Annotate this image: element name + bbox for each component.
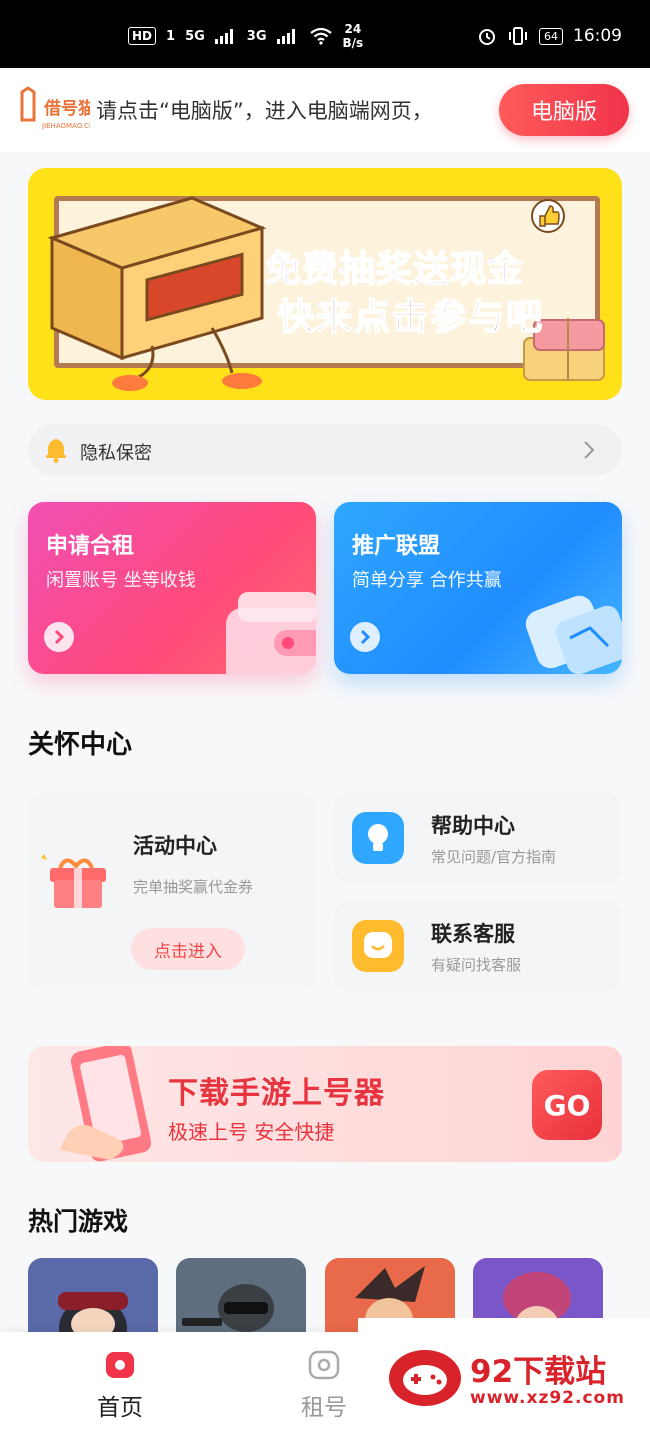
desktop-notice-text: 请点击“电脑版”，进入电脑端网页，: [96, 99, 433, 123]
help-center-title: 帮助中心: [431, 814, 515, 838]
card-subtitle: 简单分享 合作共赢: [352, 570, 502, 591]
handshake-icon: [525, 595, 622, 674]
box-character-illustration: [47, 196, 267, 391]
privacy-notice-text: 隐私保密: [80, 443, 152, 464]
logo-url: JIEHAOMAO.COM: [41, 122, 90, 130]
card-title: 申请合租: [46, 534, 135, 559]
lottery-subheadline: 快来点击参与吧: [277, 296, 545, 339]
nav-item-rent[interactable]: 租号: [284, 1346, 364, 1422]
signal-5g-label: 5G: [185, 28, 205, 44]
bell-icon: [46, 439, 66, 463]
controller-logo-icon: [389, 1350, 461, 1406]
download-banner-subtitle: 极速上号 安全快捷: [168, 1120, 335, 1144]
go-button[interactable]: GO: [532, 1070, 602, 1140]
signal-3g-label: 3G: [246, 28, 267, 44]
lottery-headline: 免费抽奖送现金: [264, 248, 525, 291]
enter-activity-button[interactable]: 点击进入: [131, 928, 245, 970]
arrow-right-circle-icon: [350, 622, 380, 652]
activity-center-subtitle: 完单抽奖赢代金券: [133, 878, 254, 896]
thumbs-up-icon: [531, 199, 565, 233]
download-banner-title: 下载手游上号器: [168, 1076, 385, 1111]
clock: 16:09: [573, 26, 622, 46]
desktop-version-button[interactable]: 电脑版: [499, 84, 629, 136]
vibrate-icon: [509, 27, 527, 45]
activity-center-title: 活动中心: [133, 834, 217, 858]
battery-indicator: 64: [539, 27, 563, 45]
hot-games-title: 热门游戏: [28, 1207, 129, 1236]
home-icon: [106, 1352, 134, 1378]
watermark-brand: 92下载站: [470, 1354, 607, 1390]
network-speed: 24 B/s: [343, 22, 364, 50]
customer-service-title: 联系客服: [431, 922, 515, 946]
status-bar: HD 1 5G 3G 24 B/s 64 16:09: [0, 0, 650, 68]
wallet-icon: [226, 592, 316, 674]
chevron-right-icon: [584, 441, 595, 459]
lightbulb-icon: [352, 812, 404, 864]
promotion-alliance-card[interactable]: 推广联盟 简单分享 合作共赢: [334, 502, 622, 674]
app-logo: 借号猫 JIEHAOMAO.COM: [20, 86, 101, 134]
chat-smile-icon: [352, 920, 404, 972]
alarm-icon: [479, 29, 495, 45]
gift-box-icon: [41, 854, 106, 908]
apply-share-rental-card[interactable]: 申请合租 闲置账号 坐等收钱: [28, 502, 316, 674]
signal-icon: [214, 29, 233, 44]
sim-indicator: 1: [166, 28, 176, 44]
customer-service-subtitle: 有疑问找客服: [431, 956, 522, 974]
cat-logo-icon: 借号猫 JIEHAOMAO.COM: [20, 86, 101, 130]
speed-value: 24: [344, 22, 362, 36]
speed-unit: B/s: [342, 36, 364, 50]
nav-item-label: 首页: [97, 1395, 143, 1421]
wifi-icon: [309, 27, 332, 45]
nav-item-home[interactable]: 首页: [80, 1346, 160, 1422]
arrow-right-circle-icon: [44, 622, 74, 652]
signal-icon: [276, 29, 295, 44]
phone-hand-illustration: [60, 1046, 152, 1162]
nav-item-label: 租号: [301, 1395, 347, 1421]
care-center-title: 关怀中心: [28, 730, 133, 760]
watermark-url: www.xz92.com: [470, 1388, 625, 1408]
card-title: 推广联盟: [352, 534, 441, 559]
gamepad-icon: [308, 1350, 340, 1380]
card-subtitle: 闲置账号 坐等收钱: [46, 570, 196, 591]
hd-indicator: HD: [128, 27, 157, 45]
logo-text: 借号猫: [43, 98, 90, 119]
help-center-subtitle: 常见问题/官方指南: [431, 848, 557, 866]
